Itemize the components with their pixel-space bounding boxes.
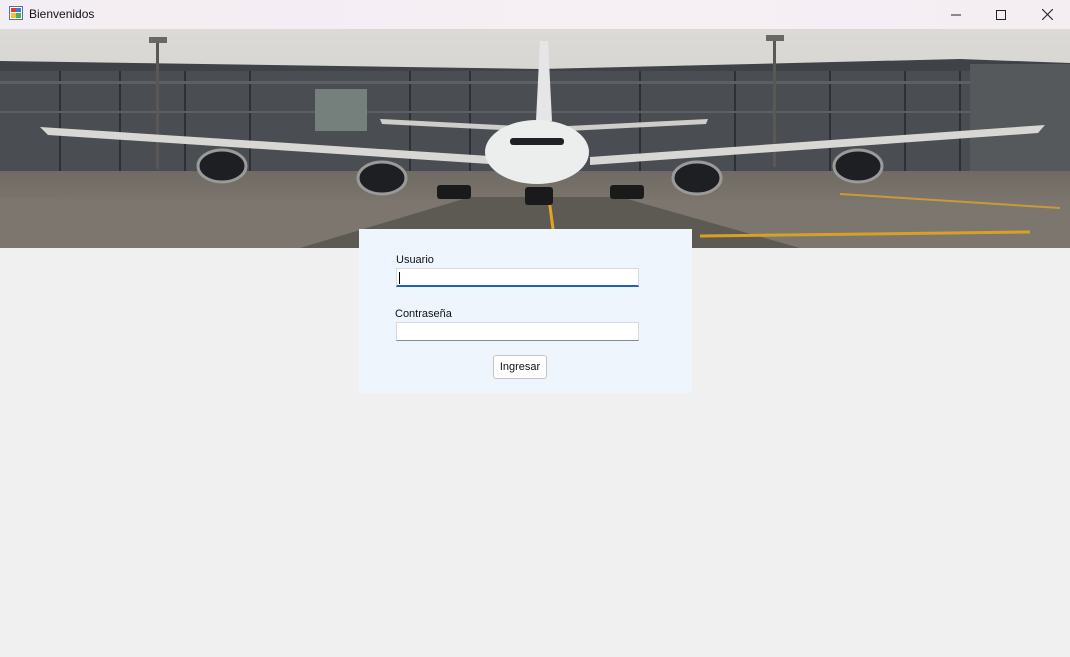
login-panel: Usuario Contraseña Ingresar [359, 229, 692, 393]
title-bar: Bienvenidos [0, 0, 1070, 29]
close-button[interactable] [1024, 0, 1070, 29]
app-icon[interactable] [9, 6, 23, 20]
maximize-icon [996, 9, 1006, 20]
airplane-airport-image [0, 29, 1070, 248]
ingresar-button[interactable]: Ingresar [493, 355, 547, 379]
username-input[interactable] [396, 268, 639, 287]
text-caret [399, 272, 400, 284]
window-title: Bienvenidos [29, 7, 95, 21]
minimize-icon [951, 14, 961, 15]
username-label: Usuario [396, 254, 434, 266]
password-input[interactable] [396, 322, 639, 341]
password-label: Contraseña [395, 308, 452, 320]
minimize-button[interactable] [933, 0, 979, 29]
hero-banner [0, 29, 1070, 248]
close-icon [1041, 9, 1053, 20]
maximize-button[interactable] [978, 0, 1024, 29]
